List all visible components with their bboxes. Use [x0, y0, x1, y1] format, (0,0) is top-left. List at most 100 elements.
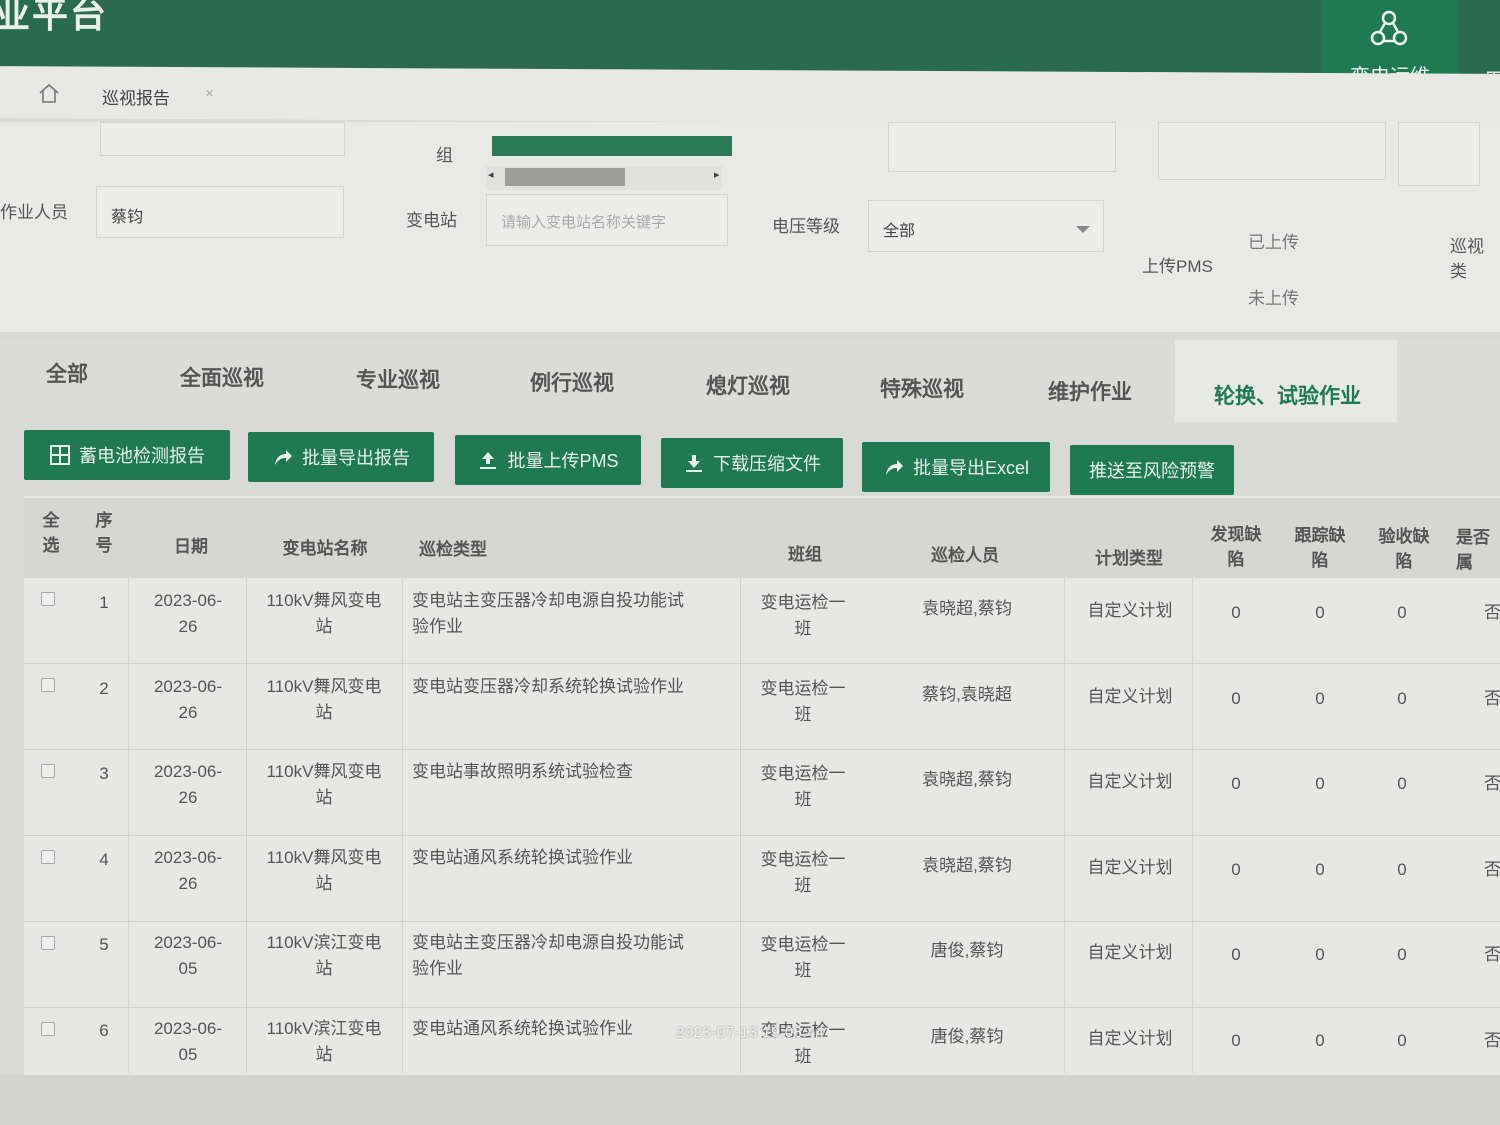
cell-date: 2023-06- 26 [140, 759, 236, 811]
row-checkbox[interactable] [41, 850, 55, 864]
pms-option-uploaded[interactable]: 已上传 [1248, 228, 1299, 253]
cell-flag: 否 [1484, 603, 1500, 622]
filter-field-top-3[interactable] [1158, 122, 1386, 180]
close-icon[interactable]: × [205, 85, 214, 102]
header-date[interactable]: 日期 [166, 534, 216, 559]
group-scrollbar-thumb[interactable] [505, 168, 625, 186]
tab-professional-patrol[interactable]: 专业巡视 [356, 364, 440, 394]
cell-date-line: 05 [178, 1045, 198, 1064]
header-type: 巡检类型 [419, 540, 487, 559]
cell-tracked: 0 [1315, 945, 1325, 965]
header-team: 班组 [788, 545, 822, 564]
filter-field-top-4[interactable] [1398, 122, 1480, 186]
app-title: 业平台 [0, 0, 109, 35]
header-select-all[interactable]: 全选 [40, 508, 62, 558]
tab-patrol-report[interactable]: 巡视报告 [102, 84, 170, 109]
cell-team-line: 班 [794, 1047, 812, 1066]
cell-accepted: 0 [1397, 603, 1407, 622]
tab-all[interactable]: 全部 [46, 358, 88, 388]
header-plan: 计划类型 [1095, 549, 1163, 568]
download-zip-label: 下载压缩文件 [713, 454, 821, 474]
cell-date-line: 2023-06- [153, 847, 223, 867]
cell-station: 110kV舞风变电站 [250, 759, 398, 811]
tab-special-patrol[interactable]: 特殊巡视 [880, 373, 964, 403]
cell-people: 唐俊,蔡钧 [930, 1027, 1004, 1046]
battery-report-label: 蓄电池检测报告 [79, 446, 205, 466]
tab-rotation-test[interactable]: 轮换、试验作业 [1214, 380, 1361, 410]
group-selected-bar[interactable] [492, 136, 732, 156]
cell-accepted: 0 [1397, 1031, 1407, 1050]
row-checkbox[interactable] [41, 592, 55, 606]
cell-tracked: 0 [1315, 1031, 1325, 1050]
operator-input[interactable]: 蔡钧 [96, 186, 344, 238]
cell-team-line: 变电运检一 [760, 764, 846, 784]
cell-date-line: 2023-06- [153, 1019, 223, 1038]
tab-full-patrol[interactable]: 全面巡视 [180, 362, 264, 392]
station-label: 变电站 [406, 211, 457, 230]
cell-type: 变电站主变压器冷却电源自投功能试 验作业 [412, 588, 732, 640]
tab-routine-patrol[interactable]: 例行巡视 [530, 367, 614, 397]
cell-team-line: 班 [794, 790, 812, 810]
row-checkbox[interactable] [41, 1022, 55, 1036]
cell-station-line: 110kV舞风变电 [266, 676, 382, 696]
report-icon [50, 445, 70, 465]
batch-export-report-button[interactable]: 批量导出报告 [248, 432, 434, 482]
cell-plan: 自定义计划 [1087, 1029, 1173, 1048]
cell-date-line: 2023-06- [153, 933, 223, 953]
cell-station: 110kV滨江变电站 [250, 930, 398, 982]
pms-option-not-uploaded[interactable]: 未上传 [1248, 284, 1299, 309]
cell-type-line: 变电站事故照明系统试验检查 [412, 762, 633, 782]
photo-timestamp: 2023-07-13 19:08:44 [676, 1024, 825, 1041]
home-icon[interactable] [38, 82, 60, 104]
batch-upload-pms-label: 批量上传PMS [507, 451, 619, 471]
cell-people: 袁晓超,蔡钧 [922, 855, 1012, 875]
row-checkbox[interactable] [41, 764, 55, 778]
station-input[interactable]: 请输入变电站名称关键字 [486, 194, 728, 246]
filter-field-top[interactable] [100, 122, 345, 156]
cell-tracked: 0 [1315, 603, 1325, 622]
push-risk-warning-button[interactable]: 推送至风险预警 [1070, 445, 1234, 495]
cell-team-line: 班 [794, 619, 812, 638]
cell-accepted: 0 [1397, 859, 1407, 879]
cell-type: 变电站变压器冷却系统轮换试验作业 [412, 674, 732, 700]
download-zip-button[interactable]: 下载压缩文件 [661, 438, 843, 488]
cell-team-line: 变电运检一 [760, 849, 846, 869]
operator-label: 作业人员 [0, 203, 68, 222]
batch-export-excel-button[interactable]: 批量导出Excel [862, 442, 1050, 492]
header-people: 巡检人员 [931, 546, 999, 565]
tab-lights-off-patrol[interactable]: 熄灯巡视 [706, 370, 790, 400]
cell-flag: 否 [1484, 945, 1500, 965]
filter-field-top-2[interactable] [888, 122, 1116, 172]
voltage-select[interactable]: 全部 [868, 200, 1104, 252]
scroll-right-icon[interactable]: ▸ [714, 168, 720, 181]
cell-accepted: 0 [1397, 688, 1407, 708]
recycle-icon [1370, 10, 1408, 46]
tab-maintenance[interactable]: 维护作业 [1048, 376, 1132, 406]
batch-upload-pms-button[interactable]: 批量上传PMS [455, 435, 641, 485]
battery-report-button[interactable]: 蓄电池检测报告 [24, 430, 230, 480]
cell-station-line: 110kV舞风变电 [266, 591, 382, 610]
header-station: 变电站名称 [282, 539, 368, 558]
header-index: 序号 [95, 511, 113, 555]
cell-date: 2023-06- 26 [140, 674, 236, 726]
row-checkbox[interactable] [41, 678, 55, 692]
cell-plan: 自定义计划 [1087, 601, 1173, 620]
upload-icon [480, 452, 497, 469]
cell-station-line: 站 [315, 873, 333, 893]
cell-found: 0 [1231, 688, 1241, 708]
share-arrow-icon [885, 460, 903, 475]
cell-found: 0 [1231, 774, 1241, 794]
chevron-down-icon[interactable] [1076, 226, 1090, 233]
cell-type-line: 变电站变压器冷却系统轮换试验作业 [412, 676, 684, 696]
pms-label: 上传PMS [1142, 257, 1213, 276]
row-checkbox[interactable] [41, 936, 55, 950]
cell-team-line: 班 [794, 704, 812, 724]
cell-tracked: 0 [1315, 774, 1325, 794]
cell-team: 变电运检一班 [748, 590, 858, 642]
cell-date-line: 26 [178, 702, 198, 722]
header-tracked-defects: 跟踪缺陷 [1294, 526, 1346, 570]
scroll-left-icon[interactable]: ◂ [488, 168, 494, 181]
cell-team-line: 变电运检一 [760, 678, 846, 698]
cell-index: 4 [99, 849, 109, 869]
cell-station-line: 站 [315, 1045, 333, 1064]
